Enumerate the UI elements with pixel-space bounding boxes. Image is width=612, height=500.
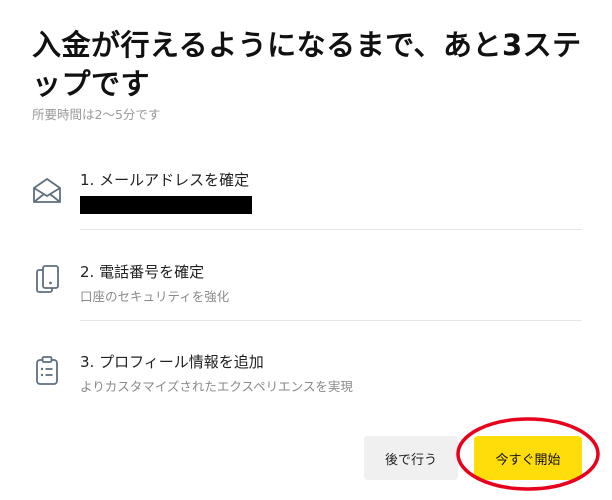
step-description: 口座のセキュリティを強化 <box>80 289 230 304</box>
step-phone[interactable]: 2. 電話番号を確定 口座のセキュリティを強化 <box>30 258 582 308</box>
dialog-title: 入金が行えるようになるまで、あと3ステップです <box>32 28 582 101</box>
onboarding-dialog: 入金が行えるようになるまで、あと3ステップです 所要時間は2〜5分です 1. メ… <box>0 0 612 500</box>
step-profile[interactable]: 3. プロフィール情報を追加 よりカスタマイズされたエクスペリエンスを実現 <box>30 348 582 398</box>
step-description: よりカスタマイズされたエクスペリエンスを実現 <box>80 379 353 394</box>
step-label: 1. メールアドレスを確定 <box>80 171 250 189</box>
step-label: 3. プロフィール情報を追加 <box>80 353 264 371</box>
divider <box>80 229 582 230</box>
phone-check-icon <box>30 262 64 296</box>
redacted-email <box>80 196 252 214</box>
divider <box>80 320 582 321</box>
step-label: 2. 電話番号を確定 <box>80 263 205 281</box>
clipboard-icon <box>30 353 64 387</box>
later-button[interactable]: 後で行う <box>364 436 458 480</box>
envelope-icon <box>30 174 64 208</box>
highlight-ring <box>456 417 600 491</box>
dialog-subtitle: 所要時間は2〜5分です <box>32 107 161 122</box>
